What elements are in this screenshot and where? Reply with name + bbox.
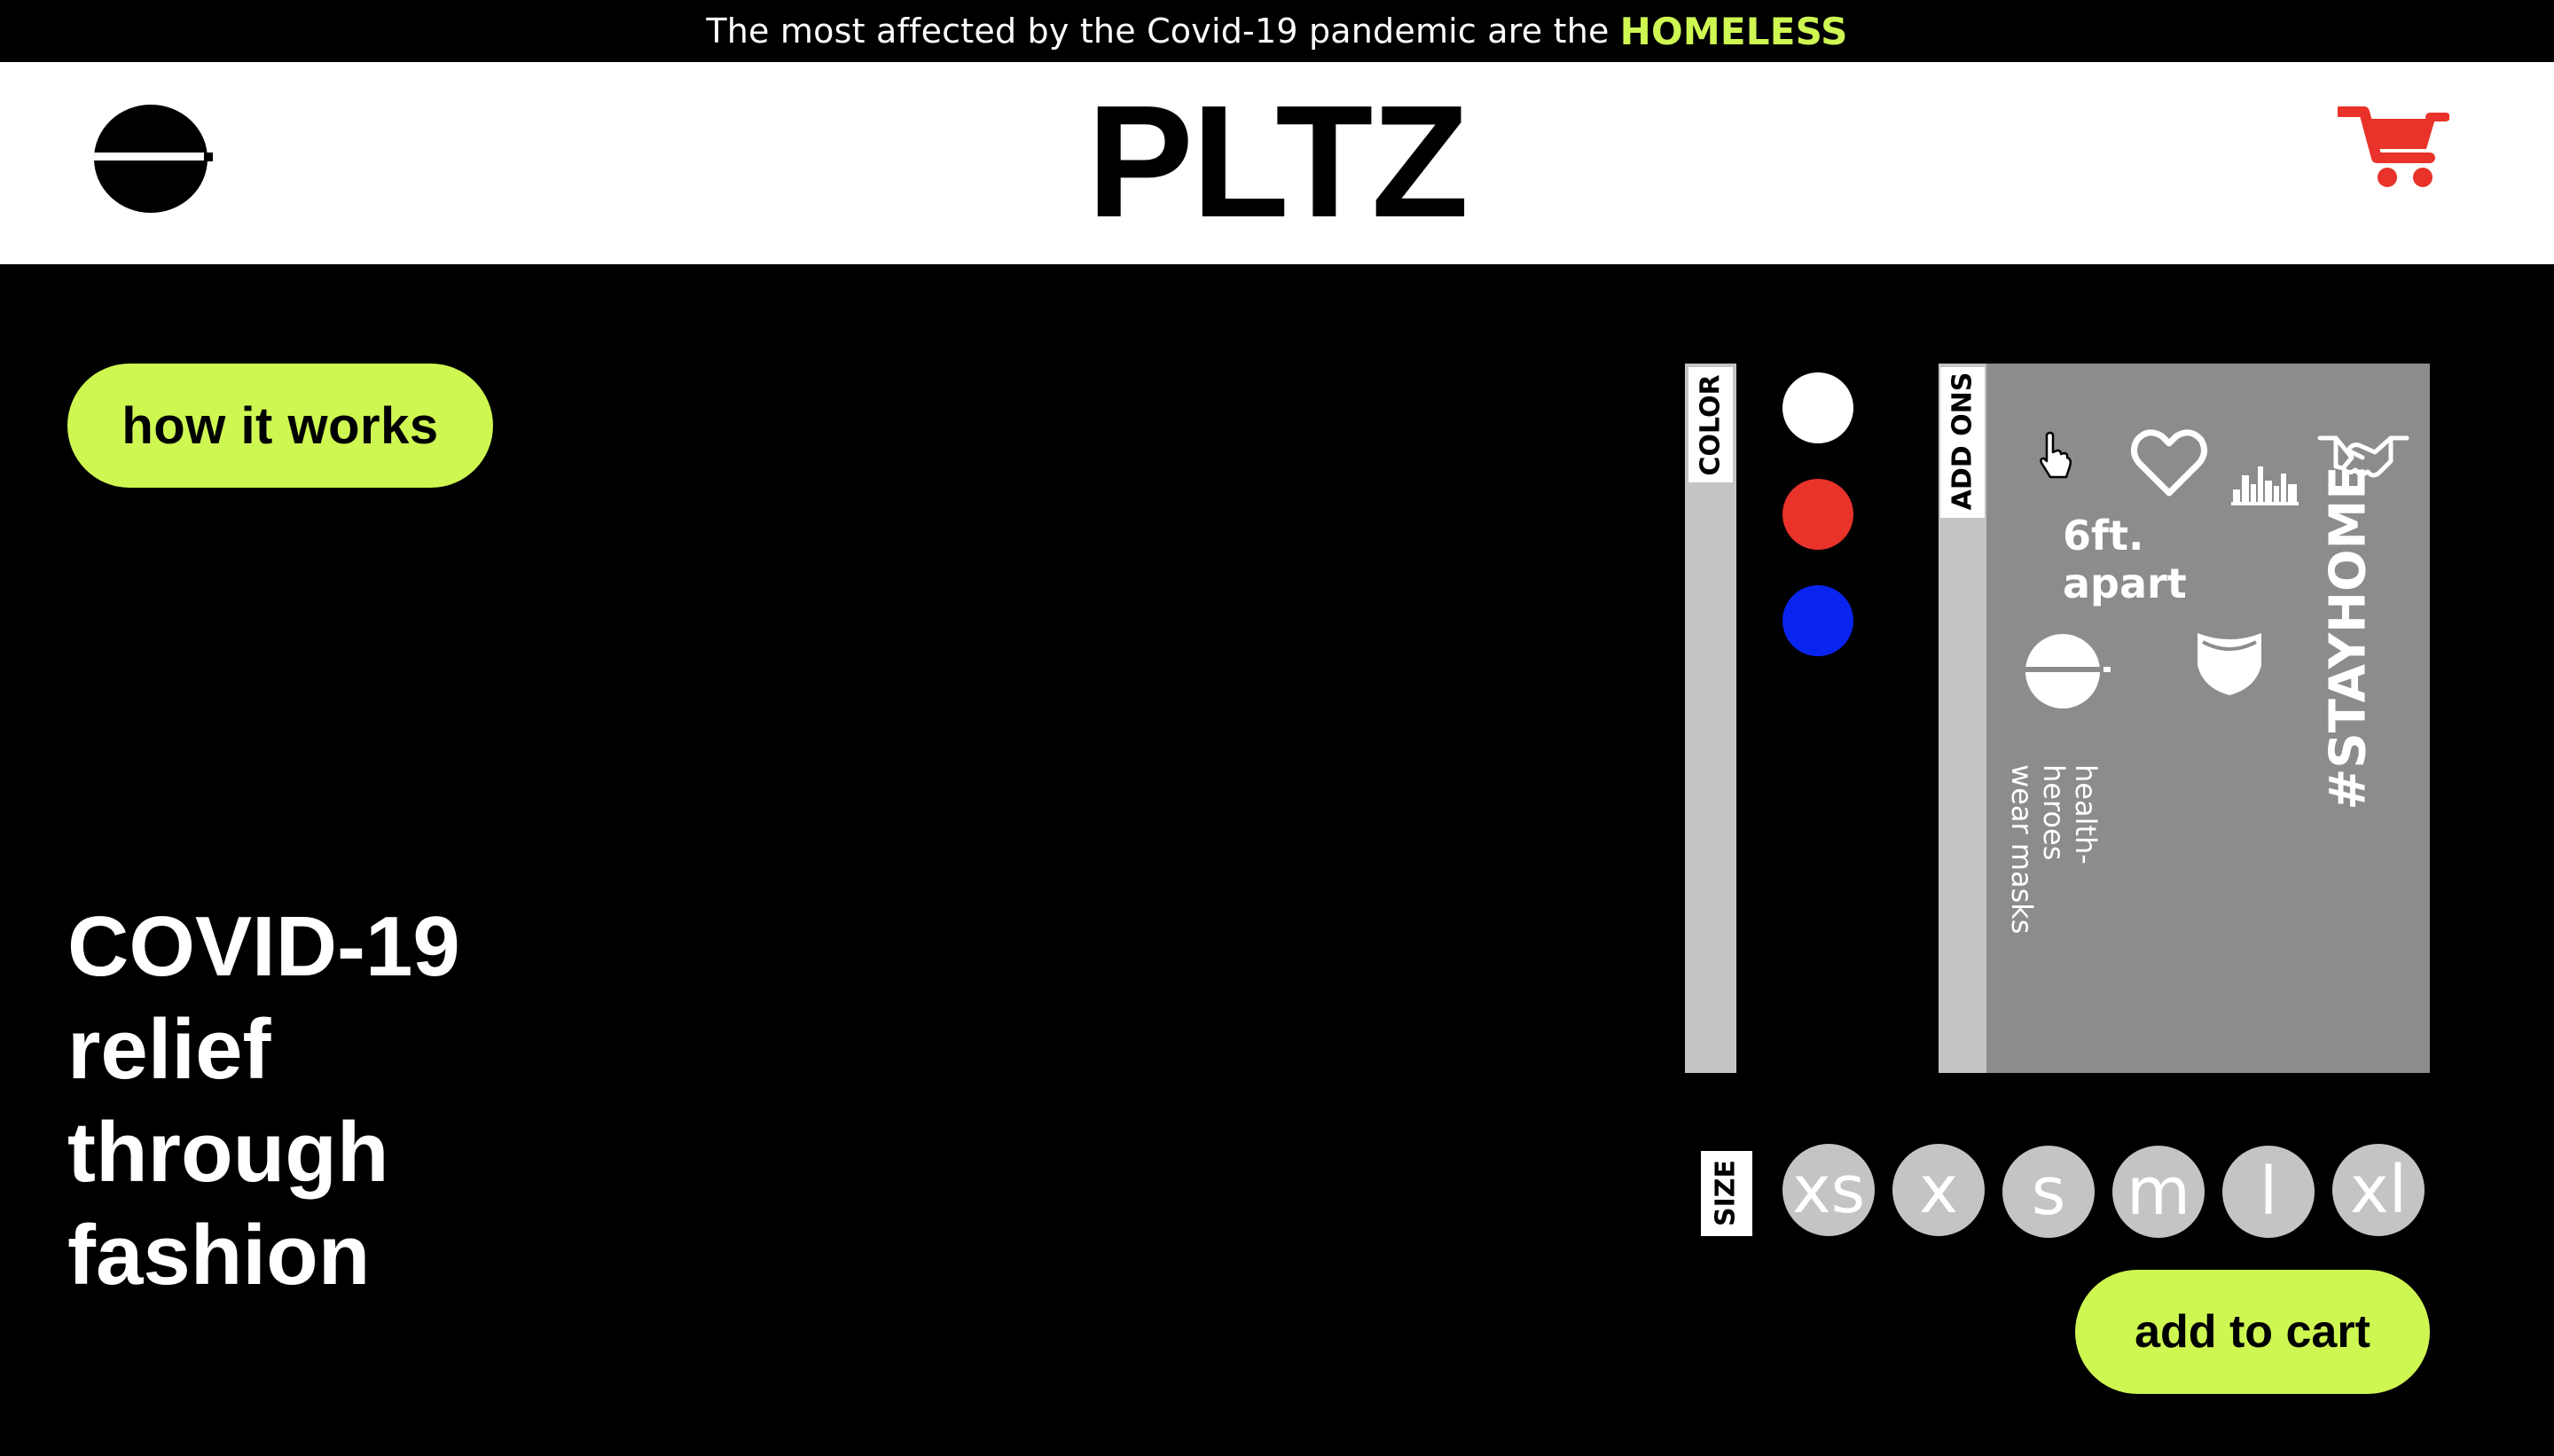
size-label: SIZE: [1710, 1160, 1742, 1227]
pltz-logo-icon[interactable]: [2024, 633, 2111, 709]
size-label-box: SIZE: [1701, 1151, 1752, 1236]
color-swatch-blue[interactable]: [1782, 585, 1853, 656]
heart-icon[interactable]: [2130, 427, 2208, 498]
tagline-line: COVID-19: [67, 899, 460, 994]
announcement-text: The most affected by the Covid-19 pandem…: [706, 12, 1610, 51]
addons-label: ADD ONS: [1947, 372, 1978, 511]
pointer-hand-icon: [2036, 431, 2072, 481]
size-option-xs[interactable]: xs: [1782, 1144, 1875, 1236]
stayhome-option[interactable]: #STAYHOME: [2311, 466, 2386, 810]
add-to-cart-button[interactable]: add to cart: [2075, 1270, 2430, 1394]
addons-label-box: ADD ONS: [1940, 367, 1985, 518]
heroes-line2: wear masks: [2005, 764, 2039, 935]
face-mask-icon[interactable]: [2192, 626, 2267, 697]
tagline-line: fashion: [67, 1208, 371, 1303]
how-it-works-button[interactable]: how it works: [67, 364, 493, 488]
size-option-m[interactable]: m: [2112, 1146, 2205, 1238]
size-option-l[interactable]: l: [2222, 1146, 2315, 1238]
logo-tick: [204, 153, 213, 161]
announcement-bar: The most affected by the Covid-19 pandem…: [0, 0, 2554, 62]
brand-title[interactable]: PLTZ: [1011, 73, 1543, 251]
size-option-x[interactable]: x: [1892, 1144, 1985, 1236]
color-swatch-red[interactable]: [1782, 479, 1853, 550]
six-ft-apart-option[interactable]: 6ft. apart: [2063, 512, 2276, 607]
color-label-box: COLOR: [1688, 367, 1733, 482]
pltz-logo-icon[interactable]: [94, 105, 208, 213]
health-heroes-option[interactable]: health-heroes wear masks: [2005, 764, 2103, 951]
heroes-line1: health-heroes: [2037, 764, 2103, 865]
stayhome-text: #STAYHOME: [2319, 466, 2378, 810]
tagline-line: relief: [67, 1002, 271, 1097]
health-heroes-text: health-heroes wear masks: [2005, 764, 2103, 959]
color-swatch-white[interactable]: [1782, 372, 1853, 443]
tagline-line: through: [67, 1105, 389, 1200]
size-option-xl[interactable]: xl: [2332, 1144, 2425, 1236]
shopping-cart-icon[interactable]: [2334, 99, 2450, 192]
city-skyline-icon[interactable]: [2231, 458, 2299, 505]
size-option-s[interactable]: s: [2002, 1146, 2095, 1238]
color-label: COLOR: [1695, 374, 1727, 476]
hero-tagline: COVID-19 relief through fashion: [67, 896, 688, 1307]
announcement-highlight: HOMELESS: [1619, 9, 1848, 53]
